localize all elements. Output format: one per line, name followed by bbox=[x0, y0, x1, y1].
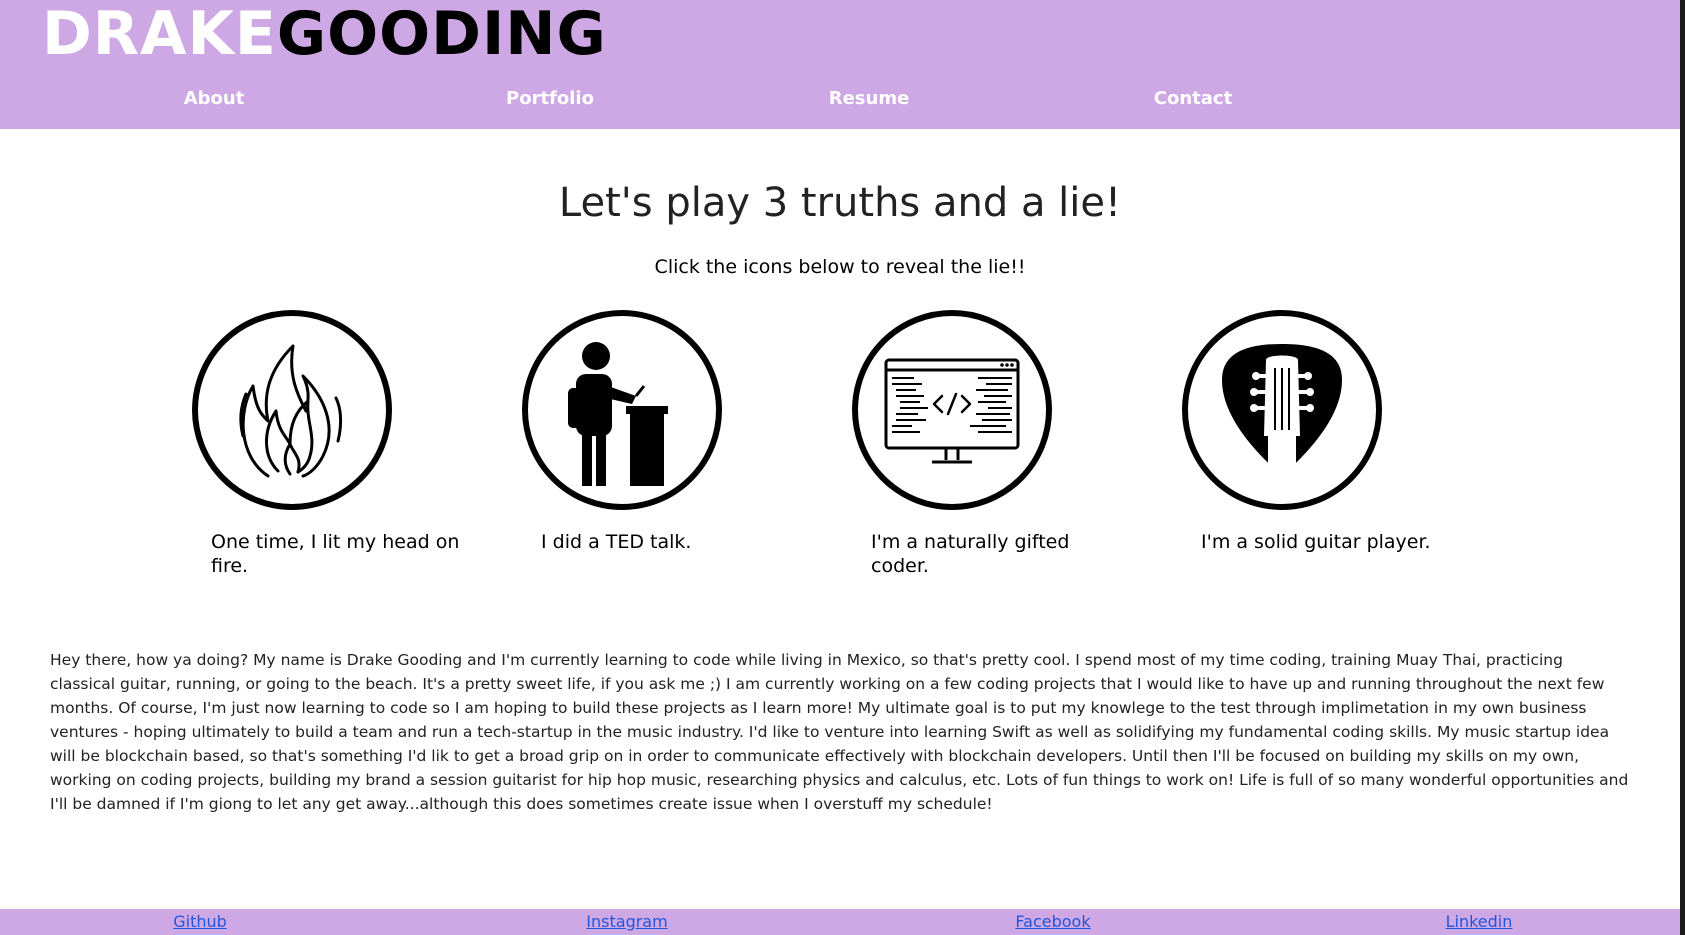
code-monitor-icon[interactable] bbox=[852, 310, 1052, 510]
truth-caption-guitar: I'm a solid guitar player. bbox=[1201, 531, 1431, 553]
main-nav: About Portfolio Resume Contact bbox=[0, 88, 1680, 114]
page: DRAKEGOODING About Portfolio Resume Cont… bbox=[0, 0, 1685, 935]
footer-link-facebook[interactable]: Facebook bbox=[1015, 912, 1090, 931]
footer-link-instagram[interactable]: Instagram bbox=[586, 912, 667, 931]
nav-portfolio[interactable]: Portfolio bbox=[506, 88, 594, 109]
truth-caption-fire: One time, I lit my head on fire. bbox=[211, 531, 460, 577]
site-footer: Github Instagram Facebook Linkedin bbox=[0, 909, 1680, 935]
truth-caption-ted: I did a TED talk. bbox=[541, 531, 692, 553]
bio-paragraph: Hey there, how ya doing? My name is Drak… bbox=[50, 651, 1629, 813]
truth-card-coder: I'm a naturally gifted coder. bbox=[852, 310, 1132, 578]
footer-link-github[interactable]: Github bbox=[173, 912, 227, 931]
fire-icon[interactable] bbox=[192, 310, 392, 510]
page-title: Let's play 3 truths and a lie! bbox=[558, 180, 1122, 226]
site-logo[interactable]: DRAKEGOODING bbox=[42, 2, 607, 66]
guitar-pick-icon[interactable] bbox=[1182, 310, 1382, 510]
nav-contact[interactable]: Contact bbox=[1154, 88, 1232, 109]
truth-card-fire: One time, I lit my head on fire. bbox=[192, 310, 472, 578]
truth-caption-coder: I'm a naturally gifted coder. bbox=[871, 531, 1070, 577]
nav-about[interactable]: About bbox=[184, 88, 245, 109]
page-subtitle: Click the icons below to reveal the lie!… bbox=[654, 256, 1026, 278]
site-header: DRAKEGOODING About Portfolio Resume Cont… bbox=[0, 0, 1680, 129]
logo-last-name: GOODING bbox=[276, 0, 607, 69]
truth-card-guitar: I'm a solid guitar player. bbox=[1182, 310, 1462, 554]
logo-first-name: DRAKE bbox=[42, 0, 277, 69]
truth-card-ted: I did a TED talk. bbox=[522, 310, 802, 554]
footer-link-linkedin[interactable]: Linkedin bbox=[1446, 912, 1513, 931]
window-edge bbox=[1680, 0, 1685, 935]
speaker-podium-icon[interactable] bbox=[522, 310, 722, 510]
nav-resume[interactable]: Resume bbox=[829, 88, 910, 109]
